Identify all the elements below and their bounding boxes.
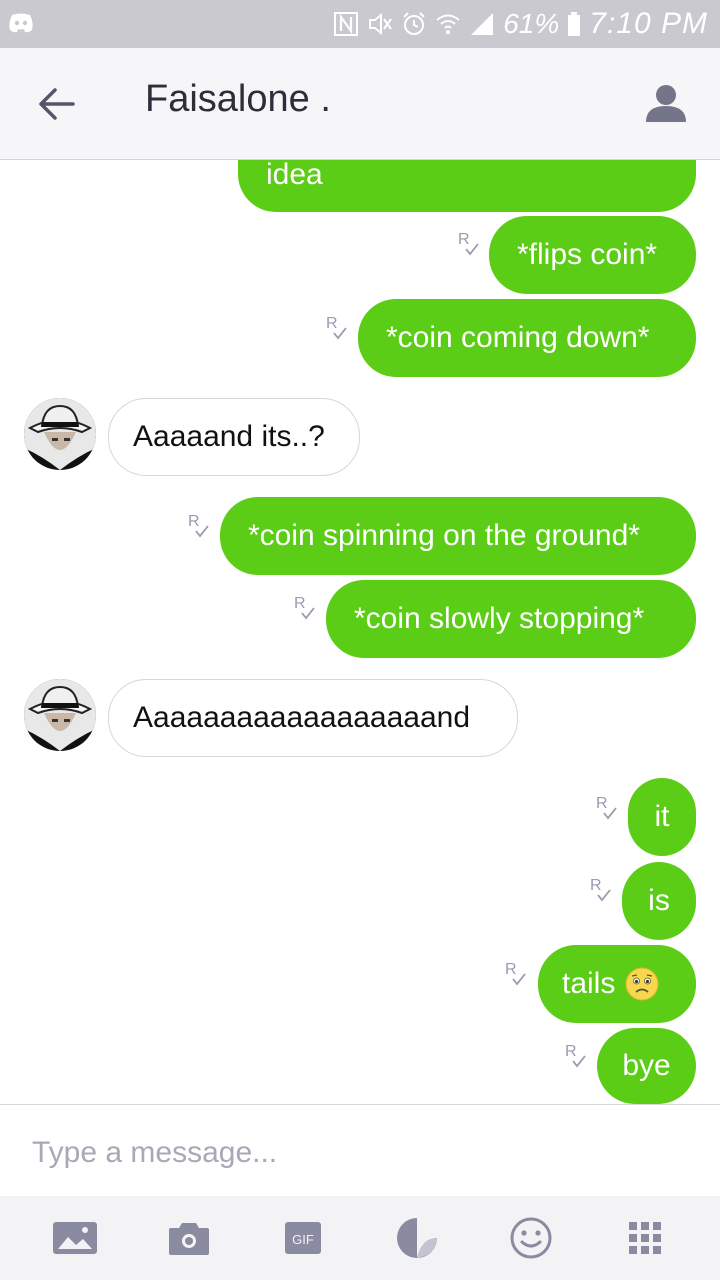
image-icon — [53, 1222, 97, 1254]
signal-icon — [471, 13, 494, 35]
svg-text:R: R — [188, 513, 200, 530]
read-receipt-icon: R — [294, 595, 315, 620]
svg-text:R: R — [505, 961, 517, 978]
read-receipt-icon: R — [565, 1043, 586, 1068]
read-receipt-icon: R — [590, 877, 611, 902]
apps-grid-icon — [629, 1222, 661, 1254]
contact-avatar[interactable] — [24, 398, 96, 470]
gif-button[interactable]: GIF — [279, 1214, 327, 1262]
message-text: *flips coin* — [517, 238, 658, 271]
sticker-button[interactable] — [393, 1214, 441, 1262]
battery-icon — [568, 12, 581, 36]
worried-face-emoji-icon — [625, 967, 659, 1001]
svg-text:R: R — [596, 795, 608, 812]
message-text: is — [648, 884, 670, 917]
svg-text:R: R — [590, 877, 602, 894]
message-composer — [0, 1104, 720, 1196]
read-receipt-icon: R — [188, 513, 209, 538]
message-bubble-outgoing[interactable]: *coin slowly stopping* — [326, 580, 696, 658]
read-receipt-icon: R — [505, 961, 526, 986]
nfc-icon — [334, 12, 359, 36]
read-receipt-icon: R — [326, 315, 347, 340]
status-time: 7:10 PM — [589, 7, 708, 40]
svg-text:GIF: GIF — [292, 1232, 314, 1247]
attachment-toolbar: GIF — [0, 1196, 720, 1280]
message-bubble-outgoing[interactable]: is — [622, 862, 696, 940]
svg-text:R: R — [294, 595, 306, 612]
message-text: *coin coming down* — [386, 321, 650, 354]
camera-icon — [169, 1223, 209, 1255]
emoji-button[interactable] — [507, 1214, 555, 1262]
message-bubble-incoming[interactable]: Aaaaaaaaaaaaaaaaaand — [108, 679, 518, 757]
alarm-icon — [403, 12, 425, 35]
wifi-icon — [436, 14, 460, 34]
svg-text:R: R — [565, 1043, 577, 1060]
apps-button[interactable] — [621, 1214, 669, 1262]
back-arrow-icon — [39, 88, 75, 120]
message-bubble-outgoing[interactable]: bye — [597, 1028, 696, 1104]
emoji-icon — [510, 1217, 552, 1259]
message-bubble-incoming[interactable]: Aaaaand its..? — [108, 398, 360, 476]
status-bar: 61% 7:10 PM — [0, 0, 720, 48]
message-bubble-outgoing[interactable]: tails — [538, 945, 696, 1023]
message-text: Aaaaaaaaaaaaaaaaaand — [133, 701, 471, 734]
message-bubble-outgoing[interactable]: *coin coming down* — [358, 299, 696, 377]
message-text: tails — [562, 967, 616, 1000]
message-text: *coin spinning on the ground* — [248, 519, 640, 552]
message-text: *coin slowly stopping* — [354, 602, 645, 635]
svg-text:R: R — [458, 231, 470, 248]
message-input[interactable] — [32, 1133, 652, 1173]
chat-header: Faisalone . — [0, 48, 720, 160]
message-text: bye — [622, 1049, 671, 1082]
page-title: Faisalone . — [145, 78, 331, 120]
message-text: idea — [266, 160, 323, 191]
person-icon — [646, 85, 686, 122]
message-bubble-outgoing[interactable]: idea — [238, 160, 696, 212]
message-list[interactable]: idea R *flips coin* R *coin coming down*… — [0, 160, 720, 1104]
read-receipt-icon: R — [596, 795, 617, 820]
message-bubble-outgoing[interactable]: *coin spinning on the ground* — [220, 497, 696, 575]
avatar-photo — [24, 679, 96, 751]
discord-icon — [9, 13, 33, 33]
message-bubble-outgoing[interactable]: it — [628, 778, 696, 856]
profile-button[interactable] — [644, 82, 688, 126]
read-receipt-icon: R — [458, 231, 479, 256]
avatar-photo — [24, 398, 96, 470]
camera-button[interactable] — [165, 1214, 213, 1262]
message-text: Aaaaand its..? — [133, 420, 325, 453]
mute-icon — [369, 12, 393, 36]
contact-avatar[interactable] — [24, 679, 96, 751]
message-bubble-outgoing[interactable]: *flips coin* — [489, 216, 696, 294]
gif-icon: GIF — [285, 1222, 321, 1254]
svg-text:R: R — [326, 315, 338, 332]
back-button[interactable] — [30, 78, 82, 130]
message-text: it — [654, 800, 670, 833]
battery-percent: 61% — [503, 8, 560, 39]
sticker-icon — [397, 1218, 437, 1258]
image-button[interactable] — [51, 1214, 99, 1262]
